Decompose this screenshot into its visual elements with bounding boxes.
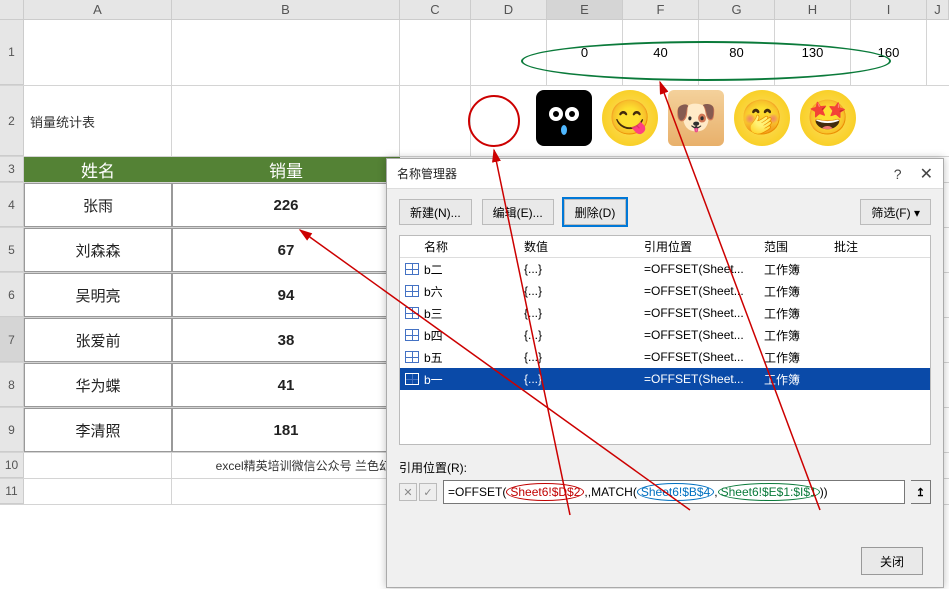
dialog-title: 名称管理器 [397, 165, 457, 182]
cell-B1[interactable] [172, 20, 400, 85]
list-item[interactable]: b六 {...} =OFFSET(Sheet... 工作簿 [400, 280, 930, 302]
table-icon [405, 373, 419, 385]
help-icon[interactable]: ? [894, 166, 902, 182]
table-row[interactable]: 吴明亮 [24, 273, 172, 317]
list-item-selected[interactable]: b一 {...} =OFFSET(Sheet... 工作簿 [400, 368, 930, 390]
list-col-note[interactable]: 批注 [830, 238, 920, 255]
dialog-toolbar: 新建(N)... 编辑(E)... 删除(D) 筛选(F) ▾ [399, 199, 931, 225]
filter-button[interactable]: 筛选(F) ▾ [860, 199, 931, 225]
list-col-name[interactable]: 名称 [420, 238, 520, 255]
row-header-7[interactable]: 7 [0, 318, 24, 362]
table-icon [405, 285, 419, 297]
annotation-circle-red [468, 95, 520, 147]
col-header-B[interactable]: B [172, 0, 400, 19]
col-header-D[interactable]: D [471, 0, 547, 19]
table-row[interactable]: 华为蝶 [24, 363, 172, 407]
col-header-I[interactable]: I [851, 0, 927, 19]
row-header-9[interactable]: 9 [0, 408, 24, 452]
col-header-C[interactable]: C [400, 0, 471, 19]
emoji-icon: 🐶 [668, 90, 724, 146]
row-header-3[interactable]: 3 [0, 157, 24, 182]
row-header-1[interactable]: 1 [0, 20, 24, 85]
table-header-sales[interactable]: 销量 [172, 157, 400, 182]
list-header: 名称 数值 引用位置 范围 批注 [400, 236, 930, 258]
row-header-6[interactable]: 6 [0, 273, 24, 317]
cell-A1[interactable] [24, 20, 172, 85]
table-row[interactable]: 38 [172, 318, 400, 362]
expand-ref-icon[interactable]: ↥ [911, 480, 931, 504]
table-row[interactable]: 李清照 [24, 408, 172, 452]
emoji-icon: 🤩 [800, 90, 856, 146]
names-list[interactable]: 名称 数值 引用位置 范围 批注 b二 {...} =OFFSET(Sheet.… [399, 235, 931, 445]
list-col-value[interactable]: 数值 [520, 238, 640, 255]
cell-C1[interactable] [400, 20, 471, 85]
emoji-icon [536, 90, 592, 146]
cell-B11[interactable] [172, 479, 400, 504]
table-row[interactable]: 226 [172, 183, 400, 227]
cell-C2[interactable] [400, 86, 471, 156]
col-header-E[interactable]: E [547, 0, 623, 19]
col-header-J[interactable]: J [927, 0, 949, 19]
col-header-H[interactable]: H [775, 0, 851, 19]
row-header-8[interactable]: 8 [0, 363, 24, 407]
select-all-corner[interactable] [0, 0, 24, 19]
table-icon [405, 307, 419, 319]
emoji-icon: 🤭 [734, 90, 790, 146]
col-header-G[interactable]: G [699, 0, 775, 19]
table-row[interactable]: 张爱前 [24, 318, 172, 362]
accept-ref-icon[interactable]: ✓ [419, 483, 437, 501]
edit-button[interactable]: 编辑(E)... [482, 199, 554, 225]
cell-A2-title[interactable]: 销量统计表 [24, 86, 172, 156]
cell-B2[interactable] [172, 86, 400, 156]
cell-A10[interactable] [24, 453, 172, 478]
cell-D1[interactable] [471, 20, 547, 85]
list-item[interactable]: b五 {...} =OFFSET(Sheet... 工作簿 [400, 346, 930, 368]
row-header-11[interactable]: 11 [0, 479, 24, 504]
table-row[interactable]: 41 [172, 363, 400, 407]
formula-seg-b4: Sheet6!$B$4 [637, 483, 714, 501]
col-header-A[interactable]: A [24, 0, 172, 19]
cell-E1[interactable]: 0 [547, 20, 623, 85]
table-icon [405, 351, 419, 363]
row-header-5[interactable]: 5 [0, 228, 24, 272]
formula-seg-d2: Sheet6!$D$2 [506, 483, 584, 501]
row-header-2[interactable]: 2 [0, 86, 24, 156]
table-icon [405, 329, 419, 341]
close-icon[interactable]: ✕ [920, 164, 933, 184]
delete-button[interactable]: 删除(D) [564, 199, 627, 225]
cell-G1[interactable]: 80 [699, 20, 775, 85]
table-row[interactable]: 张雨 [24, 183, 172, 227]
cancel-ref-icon[interactable]: ✕ [399, 483, 417, 501]
reference-label: 引用位置(R): [399, 459, 931, 476]
cell-A11[interactable] [24, 479, 172, 504]
list-item[interactable]: b二 {...} =OFFSET(Sheet... 工作簿 [400, 258, 930, 280]
row-header-4[interactable]: 4 [0, 183, 24, 227]
row-header-10[interactable]: 10 [0, 453, 24, 478]
emoji-row: 😋 🐶 🤭 🤩 [536, 90, 856, 146]
column-headers: A B C D E F G H I J [0, 0, 949, 20]
dialog-titlebar[interactable]: 名称管理器 ? ✕ [387, 159, 943, 189]
list-col-scope[interactable]: 范围 [760, 238, 830, 255]
list-item[interactable]: b三 {...} =OFFSET(Sheet... 工作簿 [400, 302, 930, 324]
emoji-icon: 😋 [602, 90, 658, 146]
table-row[interactable]: 67 [172, 228, 400, 272]
cell-I1[interactable]: 160 [851, 20, 927, 85]
cell-B10-footnote[interactable]: excel精英培训微信公众号 兰色幻 [172, 453, 400, 478]
col-header-F[interactable]: F [623, 0, 699, 19]
cell-F1[interactable]: 40 [623, 20, 699, 85]
formula-seg-range: Sheet6!$E$1:$I$1 [718, 483, 820, 501]
cell-H1[interactable]: 130 [775, 20, 851, 85]
close-button[interactable]: 关闭 [861, 547, 923, 575]
table-icon [405, 263, 419, 275]
table-row[interactable]: 181 [172, 408, 400, 452]
table-row[interactable]: 刘森森 [24, 228, 172, 272]
reference-input[interactable]: =OFFSET( Sheet6!$D$2 ,,MATCH( Sheet6!$B$… [443, 480, 905, 504]
table-row[interactable]: 94 [172, 273, 400, 317]
list-item[interactable]: b四 {...} =OFFSET(Sheet... 工作簿 [400, 324, 930, 346]
list-col-ref[interactable]: 引用位置 [640, 238, 760, 255]
table-header-name[interactable]: 姓名 [24, 157, 172, 182]
name-manager-dialog[interactable]: 名称管理器 ? ✕ 新建(N)... 编辑(E)... 删除(D) 筛选(F) … [386, 158, 944, 588]
new-button[interactable]: 新建(N)... [399, 199, 472, 225]
